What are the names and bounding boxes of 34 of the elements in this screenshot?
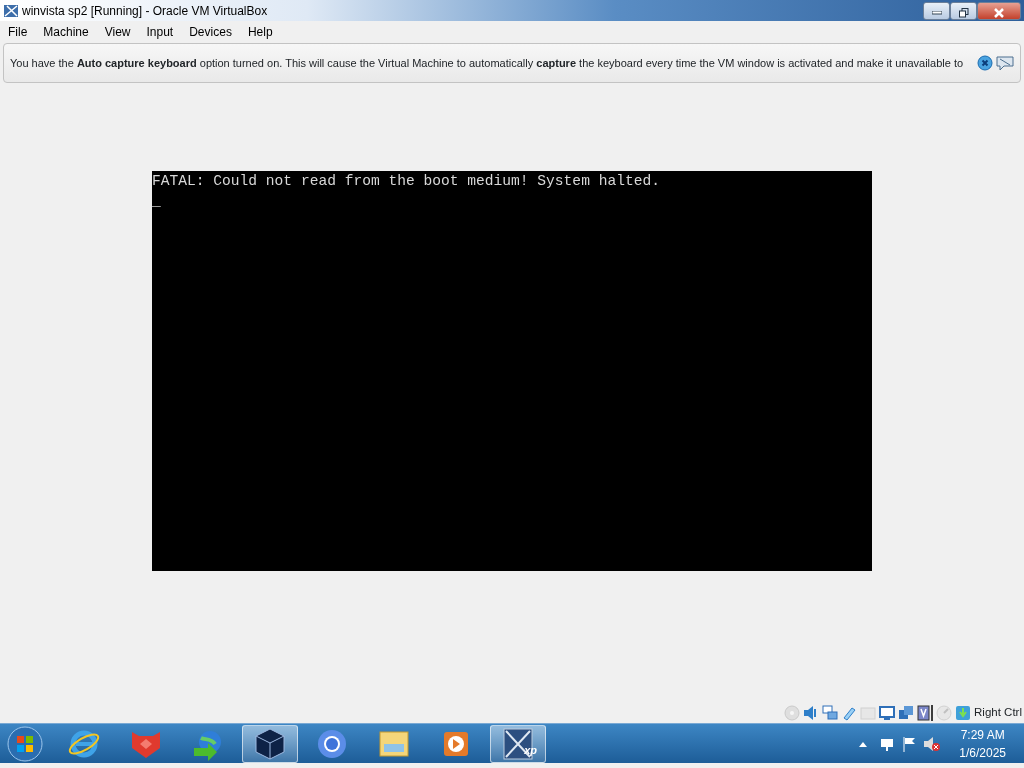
close-button[interactable]: [977, 1, 1021, 20]
minimize-icon: [931, 11, 942, 16]
taskbar-button[interactable]: xp: [490, 724, 546, 763]
show-hidden-icons-icon[interactable]: [859, 740, 868, 747]
minimize-button[interactable]: [923, 1, 950, 20]
close-icon: [994, 8, 1004, 19]
speech-bubble-icon[interactable]: [996, 55, 1014, 71]
clock-date[interactable]: 1/6/2025: [959, 743, 1006, 762]
menu-item[interactable]: File: [0, 23, 36, 41]
menu-item[interactable]: View: [96, 23, 139, 41]
notification-message: You have the Auto capture keyboard option turned on. This will cause the Virtual Machine to automatically capture the keyboard every time the VM window is activated and make it unavailable to: [10, 55, 964, 71]
taskbar-button[interactable]: [242, 724, 298, 763]
menu-item[interactable]: Help: [239, 23, 281, 41]
windows-icon[interactable]: [898, 705, 915, 721]
restore-button[interactable]: [950, 1, 977, 20]
monitor-icon[interactable]: [879, 705, 896, 721]
app-icon: [3, 2, 19, 19]
chip-icon[interactable]: [917, 705, 934, 721]
window-x-icon: [500, 725, 536, 762]
flag-icon[interactable]: [901, 735, 918, 752]
menu-item[interactable]: Input: [138, 23, 182, 41]
vm-screen[interactable]: FATAL: Could not read from the boot medium! System halted. _: [152, 171, 872, 571]
speaker-muted-icon[interactable]: [923, 735, 942, 752]
restore-icon: [958, 8, 969, 19]
window-title: winvista sp2 [Running] - Oracle VM VirtualBox: [22, 2, 268, 20]
menu-item[interactable]: Machine: [35, 23, 97, 41]
network-icon[interactable]: [822, 705, 839, 721]
clock-time[interactable]: 7:29 AM: [959, 725, 1006, 744]
keyboard-icon[interactable]: [955, 705, 972, 721]
icon-label: xp: [524, 744, 537, 756]
close-icon[interactable]: [977, 55, 993, 71]
host-key-label: Right Ctrl: [974, 705, 1022, 721]
menu-item[interactable]: Devices: [181, 23, 240, 41]
usb-stick-icon[interactable]: [841, 705, 858, 721]
